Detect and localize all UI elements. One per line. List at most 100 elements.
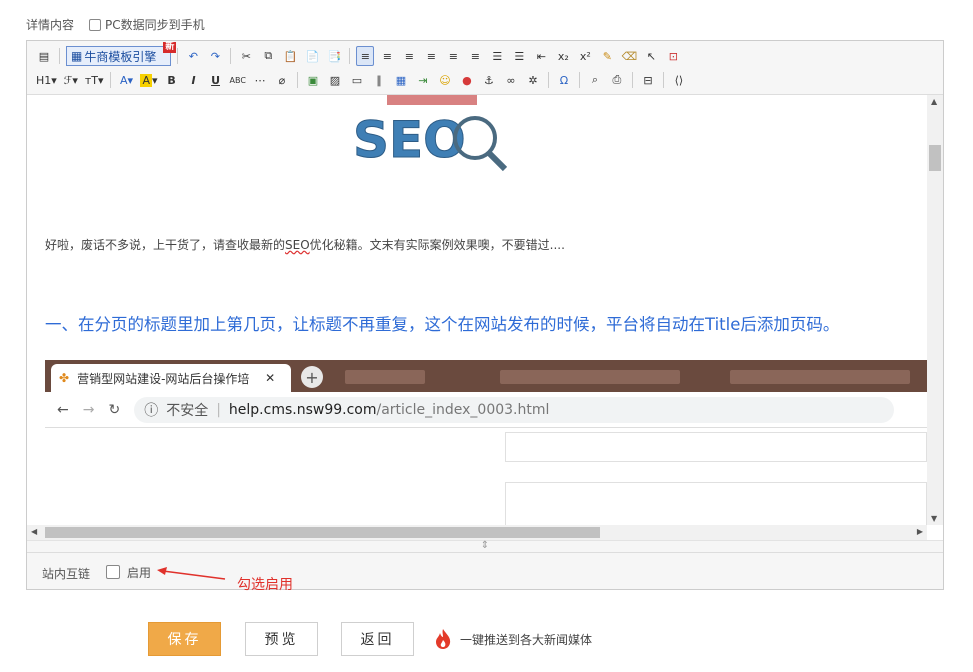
unlink-icon[interactable]: ✲ xyxy=(524,70,542,90)
underline-icon[interactable]: U xyxy=(207,70,225,90)
sync-checkbox[interactable] xyxy=(89,18,101,31)
editor-resize-handle[interactable]: ⇕ xyxy=(27,540,943,552)
source-icon[interactable]: ▤ xyxy=(35,46,53,66)
select-icon[interactable]: ↖ xyxy=(642,46,660,66)
browser-address-bar: ← → ↻ ⓘ 不安全 | help.cms.nsw99.com/article… xyxy=(45,392,927,428)
new-tab-icon: + xyxy=(301,366,323,388)
copy-icon[interactable]: ⧉ xyxy=(259,46,277,66)
paste-icon[interactable]: 📋 xyxy=(281,46,299,66)
eraser-icon[interactable]: ⌀ xyxy=(273,70,291,90)
special-char-icon[interactable]: Ω xyxy=(555,70,573,90)
fullscreen-icon[interactable]: ⊡ xyxy=(664,46,682,66)
redo-icon[interactable]: ↷ xyxy=(206,46,224,66)
vertical-scroll-thumb[interactable] xyxy=(929,145,941,171)
template-engine-button[interactable]: ▦ 牛商模板引擎 新 xyxy=(66,42,177,66)
table-icon[interactable]: ▦ xyxy=(392,70,410,90)
anchor-icon[interactable]: ⚓ xyxy=(480,70,498,90)
separator xyxy=(631,72,633,88)
unordered-list-icon[interactable]: ☰ xyxy=(510,46,528,66)
font-family-dropdown[interactable]: ℱ▾ xyxy=(62,70,80,90)
internal-links-label: 站内互链 xyxy=(42,567,91,581)
strikethrough-icon[interactable]: ABC xyxy=(229,70,247,90)
page-break-icon[interactable]: ⊟ xyxy=(639,70,657,90)
sync-label: PC数据同步到手机 xyxy=(105,18,205,32)
separator xyxy=(230,48,232,64)
align-justify-icon[interactable]: ≡ xyxy=(422,46,440,66)
indent-left-icon[interactable]: ≡ xyxy=(444,46,462,66)
vertical-scrollbar[interactable]: ▲ ▼ xyxy=(927,95,943,525)
outdent-icon[interactable]: ⇤ xyxy=(532,46,550,66)
italic-icon[interactable]: I xyxy=(185,70,203,90)
format-paint-icon[interactable]: ✎ xyxy=(598,46,616,66)
align-right-icon[interactable]: ≡ xyxy=(400,46,418,66)
content-field-label: 详情内容 xyxy=(26,18,75,32)
heading-dropdown[interactable]: H1 ▾ xyxy=(35,70,58,90)
annotation-arrow-icon xyxy=(157,567,226,580)
info-icon: ⓘ xyxy=(144,402,159,419)
intro-text-seo: SEO xyxy=(285,238,310,252)
separator xyxy=(662,72,664,88)
font-color-icon[interactable]: A▾ xyxy=(117,70,135,90)
link-image-icon[interactable]: ▨ xyxy=(326,70,344,90)
seo-logo-text: SEO xyxy=(353,111,466,169)
superscript-icon[interactable]: x² xyxy=(576,46,594,66)
scroll-up-icon[interactable]: ▲ xyxy=(931,97,937,106)
template-icon: ▦ xyxy=(71,49,83,63)
push-to-media[interactable]: 一键推送到各大新闻媒体 xyxy=(434,628,592,650)
align-center-icon[interactable]: ≡ xyxy=(378,46,396,66)
paste-word-icon[interactable]: 📑 xyxy=(325,46,343,66)
clear-format-icon[interactable]: ⌫ xyxy=(620,46,638,66)
url-divider: | xyxy=(216,401,221,418)
browser-tabbar: ✤ 营销型网站建设-网站后台操作培 ✕ + xyxy=(45,360,927,392)
back-button[interactable]: 返回 xyxy=(341,622,414,656)
fire-icon xyxy=(436,629,451,649)
page-content-box xyxy=(505,482,927,525)
horizontal-scrollbar[interactable]: ◀ ▶ xyxy=(27,525,927,540)
browser-tab: ✤ 营销型网站建设-网站后台操作培 ✕ xyxy=(51,364,291,392)
highlight-icon[interactable]: A ▾ xyxy=(139,70,158,90)
insert-row-icon[interactable]: ⇥ xyxy=(414,70,432,90)
save-button[interactable]: 保存 xyxy=(148,622,221,656)
paste-text-icon[interactable]: 📄 xyxy=(303,46,321,66)
template-label: 牛商模板引擎 xyxy=(84,49,157,64)
enable-links-checkbox[interactable] xyxy=(106,565,120,579)
font-size-dropdown[interactable]: тT▾ xyxy=(84,70,105,90)
rich-text-editor: ▤ ▦ 牛商模板引擎 新 ↶ ↷ ✂ ⧉ 📋 📄 📑 ≡ ≡ ≡ ≡ ≡ ≡ ☰ xyxy=(26,40,944,590)
scroll-left-icon[interactable]: ◀ xyxy=(31,527,37,536)
url-field: ⓘ 不安全 | help.cms.nsw99.com/article_index… xyxy=(134,396,895,423)
print-icon[interactable]: ⎙ xyxy=(608,70,626,90)
blurred-tab xyxy=(730,370,910,384)
link-icon[interactable]: ∞ xyxy=(502,70,520,90)
undo-icon[interactable]: ↶ xyxy=(184,46,202,66)
video-icon[interactable]: ▭ xyxy=(348,70,366,90)
horizontal-scroll-thumb[interactable] xyxy=(45,527,600,538)
map-pin-icon[interactable]: ● xyxy=(458,70,476,90)
seo-logo-image: SEO xyxy=(353,95,507,172)
scroll-right-icon[interactable]: ▶ xyxy=(917,527,923,536)
insecure-label: 不安全 xyxy=(166,402,209,419)
annotation-text: 勾选启用 xyxy=(237,577,293,593)
code-icon[interactable]: ⟨⟩ xyxy=(670,70,688,90)
heading-label: H1 xyxy=(36,73,52,87)
preview-icon[interactable]: ⌕ xyxy=(586,70,604,90)
page-content-box xyxy=(505,432,927,462)
ordered-list-icon[interactable]: ☰ xyxy=(488,46,506,66)
internal-links-row: 站内互链 启用 xyxy=(27,552,943,589)
bold-icon[interactable]: B xyxy=(163,70,181,90)
preview-button[interactable]: 预览 xyxy=(245,622,318,656)
browser-screenshot-image: ✤ 营销型网站建设-网站后台操作培 ✕ + ← → ↻ ⓘ 不安全 | help… xyxy=(45,360,927,525)
editor-content[interactable]: SEO 好啦，废话不多说，上干货了，请查收最新的SEO优化秘籍。文末有实际案例效… xyxy=(27,95,927,525)
separator xyxy=(296,72,298,88)
subscript-icon[interactable]: x₂ xyxy=(554,46,572,66)
emoji-icon[interactable]: ☺ xyxy=(436,70,454,90)
enable-links-label: 启用 xyxy=(127,566,152,580)
indent-right-icon[interactable]: ≡ xyxy=(466,46,484,66)
sync-to-mobile[interactable]: PC数据同步到手机 xyxy=(89,16,205,33)
horizontal-rule-icon[interactable]: ⋯ xyxy=(251,70,269,90)
image-icon[interactable]: ▣ xyxy=(304,70,322,90)
scroll-down-icon[interactable]: ▼ xyxy=(931,514,937,523)
cut-icon[interactable]: ✂ xyxy=(237,46,255,66)
align-left-icon[interactable]: ≡ xyxy=(356,46,375,66)
attachment-icon[interactable]: ∥ xyxy=(370,70,388,90)
back-arrow-icon: ← xyxy=(57,401,69,418)
